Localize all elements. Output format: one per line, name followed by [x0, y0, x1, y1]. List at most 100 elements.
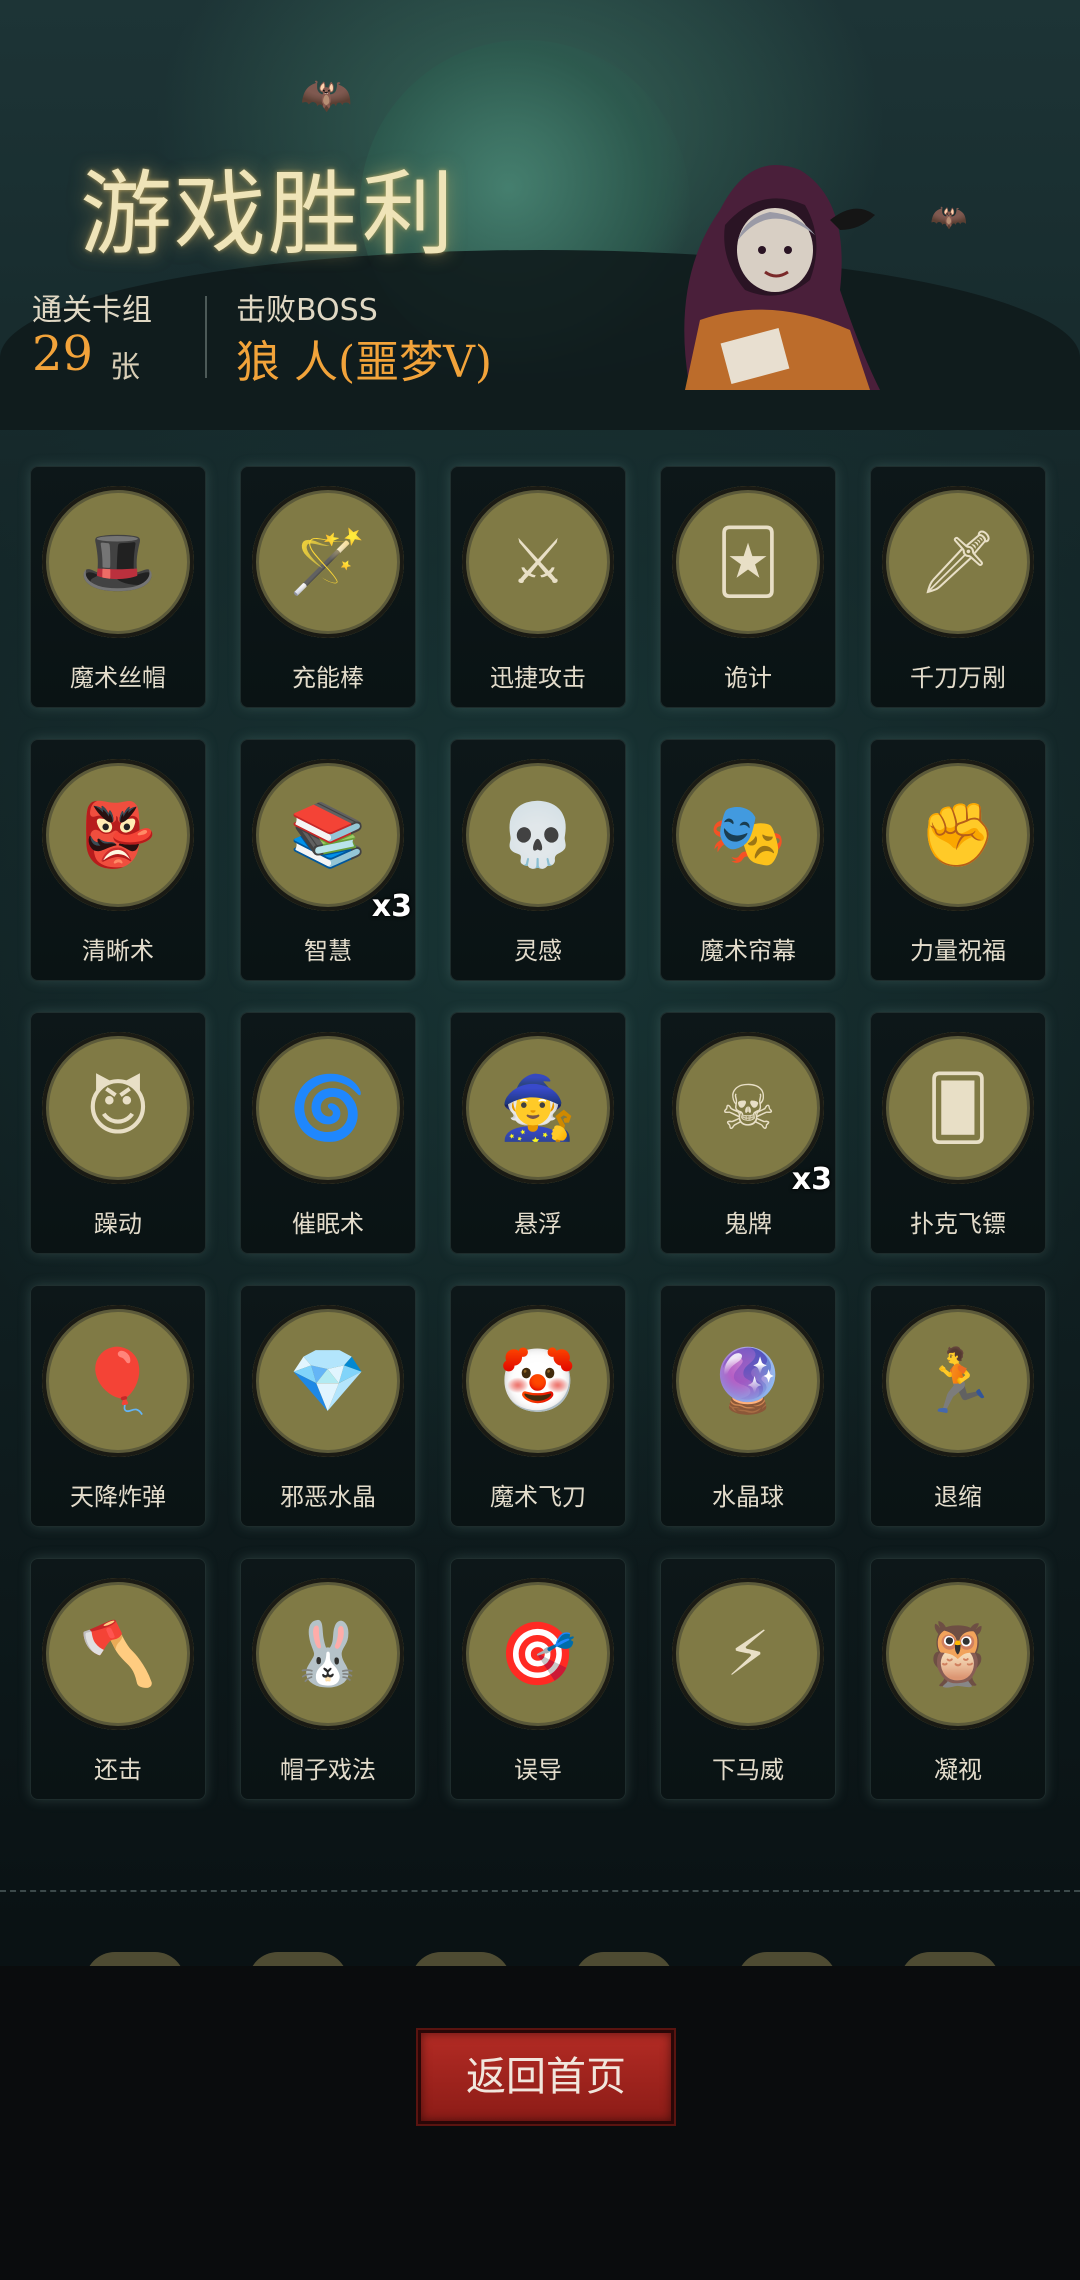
card-glyph: ☠ — [720, 1071, 776, 1144]
card-name: 鬼牌 — [724, 1210, 772, 1238]
card-item[interactable]: ⚔ 迅捷攻击 — [450, 466, 626, 708]
bat-icon: 🦇 — [300, 70, 353, 119]
card-item[interactable]: 📚 x3 智慧 — [240, 739, 416, 981]
inspiration-skull-icon: 💀 — [462, 759, 614, 911]
card-name: 魔术飞刀 — [490, 1483, 586, 1511]
card-name: 充能棒 — [292, 664, 364, 692]
card-glyph: 📚 — [289, 798, 367, 871]
card-name: 魔术丝帽 — [70, 664, 166, 692]
card-name: 力量祝福 — [910, 937, 1006, 965]
card-item[interactable]: 🪓 还击 — [30, 1558, 206, 1800]
card-glyph: 💎 — [289, 1344, 367, 1417]
card-item[interactable]: 🦉 凝视 — [870, 1558, 1046, 1800]
card-glyph: ✊ — [919, 798, 997, 871]
card-name: 帽子戏法 — [280, 1756, 376, 1784]
card-name: 灵感 — [514, 937, 562, 965]
boss-label: 击败BOSS — [236, 293, 378, 328]
card-name: 千刀万剐 — [910, 664, 1006, 692]
card-item[interactable]: 🌀 催眠术 — [240, 1012, 416, 1254]
crystal-ball-icon: 🔮 — [672, 1305, 824, 1457]
card-item[interactable]: 🐰 帽子戏法 — [240, 1558, 416, 1800]
card-item[interactable]: 🂠 扑克飞镖 — [870, 1012, 1046, 1254]
levitate-icon: 🧙 — [462, 1032, 614, 1184]
card-name: 邪恶水晶 — [280, 1483, 376, 1511]
card-glyph: 🐰 — [289, 1617, 367, 1690]
return-home-button[interactable]: 返回首页 — [418, 2030, 674, 2124]
card-name: 还击 — [94, 1756, 142, 1784]
deck-unit: 张 — [110, 350, 140, 385]
card-item[interactable]: 🎭 魔术帘幕 — [660, 739, 836, 981]
card-item[interactable]: 🃏 诡计 — [660, 466, 836, 708]
card-name: 躁动 — [94, 1210, 142, 1238]
goblin-clarity-icon: 👺 — [42, 759, 194, 911]
deck-count: 29 — [32, 326, 94, 382]
card-glyph: 🎭 — [709, 798, 787, 871]
stat-divider — [205, 296, 207, 378]
card-name: 清晰术 — [82, 937, 154, 965]
card-glyph: ⚡ — [726, 1617, 770, 1690]
fist-icon: ✊ — [882, 759, 1034, 911]
balloon-bomb-icon: 🎈 — [42, 1305, 194, 1457]
card-item[interactable]: 🎩 魔术丝帽 — [30, 466, 206, 708]
card-name: 迅捷攻击 — [490, 664, 586, 692]
card-name: 凝视 — [934, 1756, 982, 1784]
card-glyph: 🗡 — [918, 525, 998, 598]
card-name: 误导 — [514, 1756, 562, 1784]
wand-icon: 🪄 — [252, 486, 404, 638]
card-glyph: 🎈 — [79, 1344, 157, 1417]
owl-gaze-icon: 🦉 — [882, 1578, 1034, 1730]
card-item[interactable]: ✊ 力量祝福 — [870, 739, 1046, 981]
card-glyph: 🪄 — [289, 525, 367, 598]
card-glyph: 🎯 — [499, 1617, 577, 1690]
card-glyph: 👺 — [79, 798, 157, 871]
clown-knives-icon: 🤡 — [462, 1305, 614, 1457]
card-glyph: ⚔ — [510, 525, 566, 598]
card-name: 诡计 — [724, 664, 772, 692]
counterattack-icon: 🪓 — [42, 1578, 194, 1730]
mislead-skull-icon: 🎯 — [462, 1578, 614, 1730]
rabbit-hat-icon: 🐰 — [252, 1578, 404, 1730]
card-name: 魔术帘幕 — [700, 937, 796, 965]
trick-icon: 🃏 — [672, 486, 824, 638]
card-item[interactable]: 💎 邪恶水晶 — [240, 1285, 416, 1527]
card-glyph: 🪓 — [79, 1617, 157, 1690]
card-item[interactable]: 😈 躁动 — [30, 1012, 206, 1254]
card-name: 下马威 — [712, 1756, 784, 1784]
card-item[interactable]: 🧙 悬浮 — [450, 1012, 626, 1254]
card-name: 扑克飞镖 — [910, 1210, 1006, 1238]
bat-icon: 🦇 — [930, 200, 968, 235]
card-item[interactable]: 🗡 千刀万剐 — [870, 466, 1046, 708]
card-glyph: 🌀 — [289, 1071, 367, 1144]
card-item[interactable]: 🎈 天降炸弹 — [30, 1285, 206, 1527]
card-name: 催眠术 — [292, 1210, 364, 1238]
card-glyph: 🔮 — [709, 1344, 787, 1417]
poker-dart-icon: 🂠 — [882, 1032, 1034, 1184]
card-multiplier-badge: x3 — [371, 889, 412, 924]
card-item[interactable]: 💀 灵感 — [450, 739, 626, 981]
card-item[interactable]: 👺 清晰术 — [30, 739, 206, 981]
card-item[interactable]: 🤡 魔术飞刀 — [450, 1285, 626, 1527]
card-name: 悬浮 — [514, 1210, 562, 1238]
intimidate-icon: ⚡ — [672, 1578, 824, 1730]
top-hat-icon: 🎩 — [42, 486, 194, 638]
card-glyph: 🧙 — [499, 1071, 577, 1144]
card-item[interactable]: 🪄 充能棒 — [240, 466, 416, 708]
card-item[interactable]: 🏃 退缩 — [870, 1285, 1046, 1527]
thousand-blades-icon: 🗡 — [882, 486, 1034, 638]
card-name: 天降炸弹 — [70, 1483, 166, 1511]
card-item[interactable]: 🔮 水晶球 — [660, 1285, 836, 1527]
card-glyph: 💀 — [499, 798, 577, 871]
card-name: 退缩 — [934, 1483, 982, 1511]
card-name: 智慧 — [304, 937, 352, 965]
card-glyph: 🏃 — [919, 1344, 997, 1417]
hypnosis-icon: 🌀 — [252, 1032, 404, 1184]
card-item[interactable]: ⚡ 下马威 — [660, 1558, 836, 1800]
card-glyph: 🂠 — [926, 1071, 990, 1144]
card-item[interactable]: ☠ x3 鬼牌 — [660, 1012, 836, 1254]
card-item[interactable]: 🎯 误导 — [450, 1558, 626, 1800]
magic-curtain-icon: 🎭 — [672, 759, 824, 911]
card-multiplier-badge: x3 — [791, 1162, 832, 1197]
card-name: 水晶球 — [712, 1483, 784, 1511]
card-glyph: 🎩 — [79, 525, 157, 598]
section-divider — [0, 1890, 1080, 1892]
